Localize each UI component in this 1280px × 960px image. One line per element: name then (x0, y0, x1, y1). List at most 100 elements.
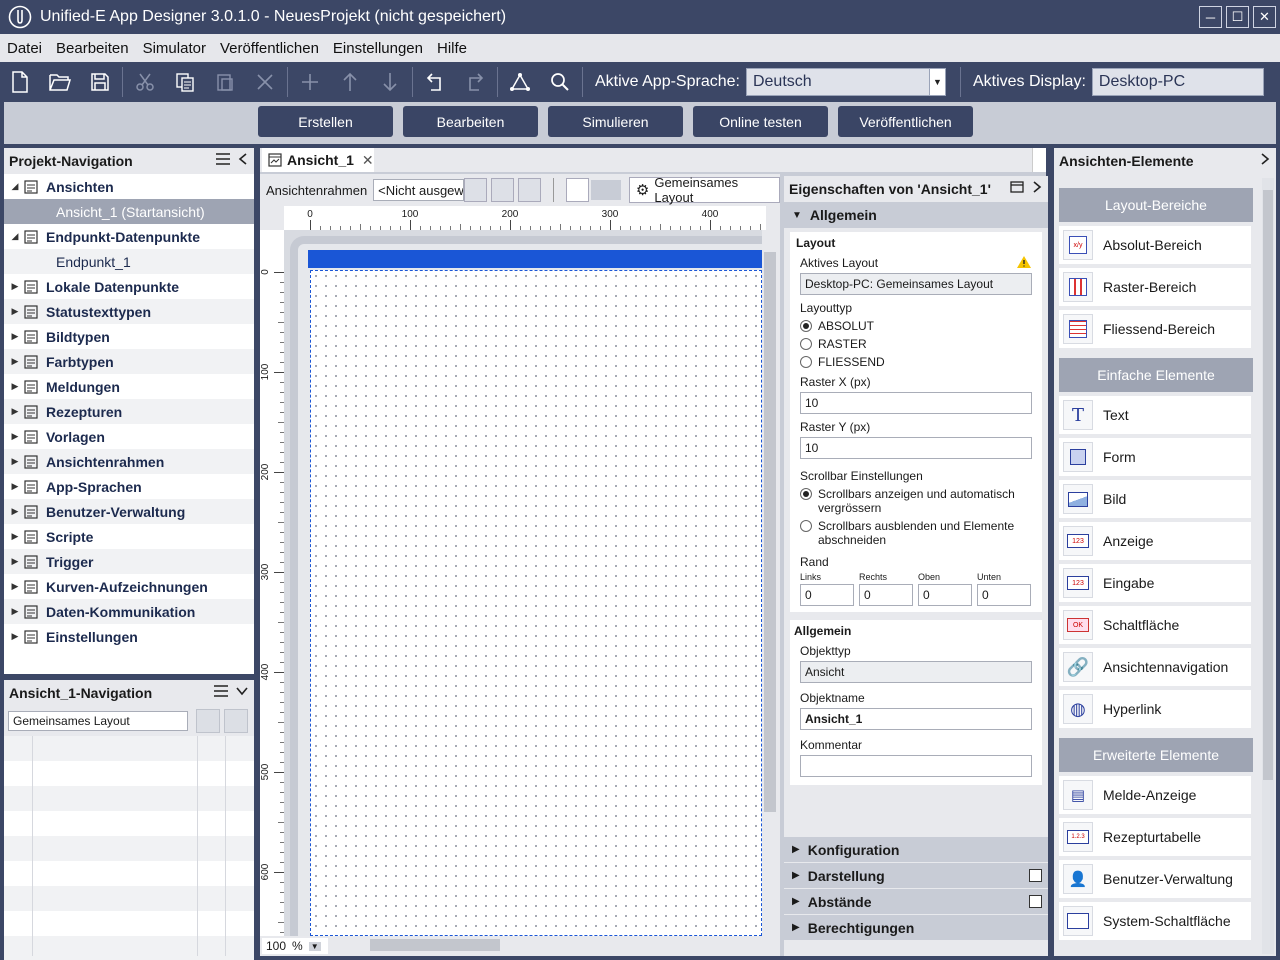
tree-item[interactable]: ▶ Kurven-Aufzeichnungen (4, 574, 254, 599)
collapsed-arrow-icon[interactable]: ▶ (7, 331, 23, 342)
minimize-button[interactable]: ─ (1199, 6, 1222, 28)
element-group-header[interactable]: Erweiterte Elemente (1059, 738, 1253, 772)
align-icon[interactable] (491, 178, 514, 202)
frame-copy-icon[interactable] (464, 178, 488, 202)
raster-x-input[interactable]: 10 (800, 392, 1032, 414)
delete-icon[interactable] (245, 62, 285, 102)
open-folder-icon[interactable] (40, 62, 80, 102)
section-allgemein[interactable]: ▼ Allgemein (784, 202, 1048, 228)
tree-child-item[interactable]: Ansicht_1 (Startansicht) (4, 199, 254, 224)
element-item[interactable]: 🔗 Ansichtennavigation (1059, 648, 1251, 686)
cut-icon[interactable] (125, 62, 165, 102)
collapsed-arrow-icon[interactable]: ▶ (7, 381, 23, 392)
collapse-left-icon[interactable] (238, 153, 248, 165)
section-header[interactable]: ▶ Darstellung (784, 862, 1048, 888)
collapsed-arrow-icon[interactable]: ▶ (7, 481, 23, 492)
chevron-down-icon[interactable]: ▼ (928, 69, 945, 95)
element-item[interactable]: x/y Absolut-Bereich (1059, 226, 1251, 264)
tree-item[interactable]: ▶ Ansichtenrahmen (4, 449, 254, 474)
menu-hilfe[interactable]: Hilfe (430, 40, 474, 57)
create-button[interactable]: Erstellen (258, 106, 393, 137)
collapsed-arrow-icon[interactable]: ▶ (7, 631, 23, 642)
paste-icon[interactable] (205, 62, 245, 102)
element-item[interactable]: System-Schaltfläche (1059, 902, 1251, 940)
tree-item[interactable]: ▶ Einstellungen (4, 624, 254, 649)
margin-field-input[interactable]: 0 (800, 584, 854, 606)
magnet-icon[interactable] (518, 178, 541, 202)
tab-ansicht-1[interactable]: Ansicht_1 ✕ (262, 148, 374, 172)
vertical-scrollbar[interactable] (762, 230, 778, 936)
design-surface[interactable] (284, 230, 762, 936)
tree-item[interactable]: ▶ Daten-Kommunikation (4, 599, 254, 624)
tree-item[interactable]: ◢ Endpunkt-Datenpunkte (4, 224, 254, 249)
grid-color-swatch[interactable] (590, 180, 621, 200)
collapsed-arrow-icon[interactable]: ▶ (7, 506, 23, 517)
window-icon[interactable] (1010, 181, 1024, 193)
move-layer-down-icon[interactable] (224, 709, 248, 733)
save-icon[interactable] (80, 62, 120, 102)
elements-scrollbar-thumb[interactable] (1263, 190, 1273, 780)
chevron-right-icon[interactable] (1260, 153, 1270, 165)
collapsed-arrow-icon[interactable]: ▶ (7, 581, 23, 592)
radio-scroll-show[interactable]: Scrollbars anzeigen und automatisch verg… (800, 487, 1032, 515)
collapsed-arrow-icon[interactable]: ▶ (7, 406, 23, 417)
section-header[interactable]: ▶ Berechtigungen (784, 914, 1048, 940)
collapsed-arrow-icon[interactable]: ▶ (7, 606, 23, 617)
chevron-right-icon[interactable] (1032, 181, 1042, 193)
radio-dot[interactable] (800, 320, 812, 332)
radio-absolut[interactable]: ABSOLUT (800, 319, 1032, 333)
menu-bearbeiten[interactable]: Bearbeiten (49, 40, 136, 57)
raster-y-input[interactable]: 10 (800, 437, 1032, 459)
element-item[interactable]: ◍ Hyperlink (1059, 690, 1251, 728)
simulate-button[interactable]: Simulieren (548, 106, 683, 137)
element-item[interactable]: 👤 Benutzer-Verwaltung (1059, 860, 1251, 898)
horizontal-scrollbar[interactable] (284, 936, 762, 954)
tree-item[interactable]: ▶ Scripte (4, 524, 254, 549)
close-button[interactable]: ✕ (1253, 6, 1276, 28)
move-down-icon[interactable] (370, 62, 410, 102)
menu-veroeffentlichen[interactable]: Veröffentlichen (213, 40, 326, 57)
element-item[interactable]: Bild (1059, 480, 1251, 518)
margin-field-input[interactable]: 0 (859, 584, 913, 606)
elements-scrollbar[interactable] (1262, 178, 1274, 954)
display-select[interactable]: Desktop-PC (1091, 68, 1264, 96)
radio-dot[interactable] (800, 520, 812, 532)
radio-raster[interactable]: RASTER (800, 337, 1032, 351)
menu-icon[interactable] (214, 685, 228, 697)
warning-icon[interactable] (1016, 255, 1032, 269)
maximize-button[interactable]: ☐ (1226, 6, 1249, 28)
tree-item[interactable]: ▶ Meldungen (4, 374, 254, 399)
radio-dot[interactable] (800, 338, 812, 350)
object-name-input[interactable]: Ansicht_1 (800, 708, 1032, 730)
collapsed-arrow-icon[interactable]: ▶ (7, 306, 23, 317)
edit-button[interactable]: Bearbeiten (403, 106, 538, 137)
expanded-arrow-icon[interactable]: ◢ (7, 231, 23, 242)
menu-datei[interactable]: Datei (0, 40, 49, 57)
horizontal-scrollbar-thumb[interactable] (370, 939, 500, 951)
collapsed-arrow-icon[interactable]: ▶ (7, 431, 23, 442)
comment-input[interactable] (800, 755, 1032, 777)
tree-item[interactable]: ▶ Lokale Datenpunkte (4, 274, 254, 299)
tree-child-item[interactable]: Endpunkt_1 (4, 249, 254, 274)
tree-item[interactable]: ▶ Farbtypen (4, 349, 254, 374)
chevron-down-icon[interactable]: ▼ (308, 941, 321, 951)
new-file-icon[interactable] (0, 62, 40, 102)
collapsed-arrow-icon[interactable]: ▶ (7, 281, 23, 292)
layout-filter-input[interactable]: Gemeinsames Layout (8, 711, 188, 731)
element-item[interactable]: Form (1059, 438, 1251, 476)
element-item[interactable]: OK Schaltfläche (1059, 606, 1251, 644)
collapsed-arrow-icon[interactable]: ▶ (7, 456, 23, 467)
tree-item[interactable]: ▶ Vorlagen (4, 424, 254, 449)
vertical-scrollbar-thumb[interactable] (764, 252, 776, 812)
expand-window-icon[interactable] (1029, 895, 1042, 908)
expand-window-icon[interactable] (1029, 869, 1042, 882)
element-item[interactable]: 123 Anzeige (1059, 522, 1251, 560)
element-group-header[interactable]: Layout-Bereiche (1059, 188, 1253, 222)
redo-icon[interactable] (455, 62, 495, 102)
active-layout-field[interactable]: Desktop-PC: Gemeinsames Layout (800, 273, 1032, 295)
section-header[interactable]: ▶ Konfiguration (784, 836, 1048, 862)
tree-icon[interactable] (500, 62, 540, 102)
radio-scroll-hide[interactable]: Scrollbars ausblenden und Elemente absch… (800, 519, 1032, 547)
collapsed-arrow-icon[interactable]: ▶ (7, 556, 23, 567)
close-tab-icon[interactable]: ✕ (362, 152, 374, 169)
